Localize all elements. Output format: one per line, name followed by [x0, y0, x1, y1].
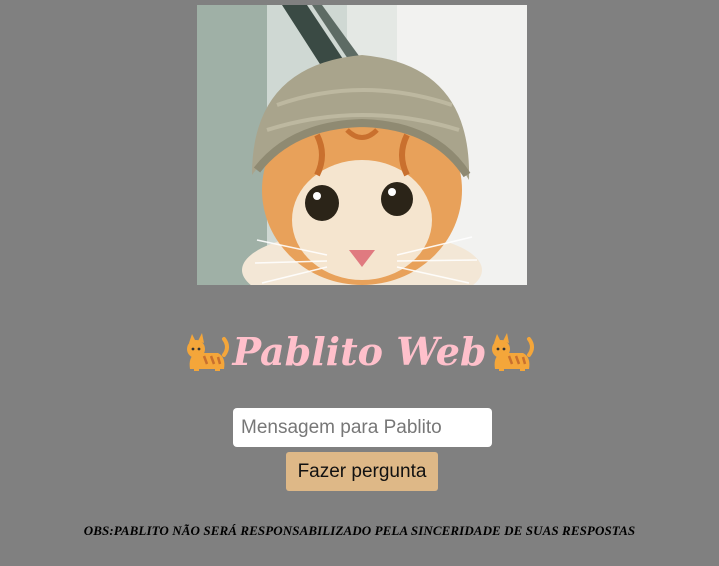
cat-emoji-icon — [187, 333, 230, 371]
title-row: Pablito Web — [0, 322, 719, 382]
disclaimer-text: OBS:PABLITO NÃO SERÁ RESPONSABILIZADO PE… — [83, 523, 636, 538]
page: Pablito Web Fazer pergunta OBS:PABLITO N… — [0, 0, 719, 566]
cat-emoji-icon — [491, 333, 534, 371]
message-input[interactable] — [233, 408, 492, 447]
page-title: Pablito Web — [232, 329, 487, 374]
ask-question-button[interactable]: Fazer pergunta — [286, 452, 438, 491]
cat-photo — [197, 5, 527, 285]
